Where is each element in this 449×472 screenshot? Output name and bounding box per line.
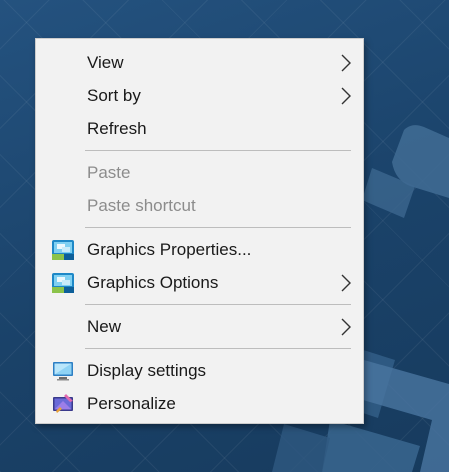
menu-separator <box>85 150 351 151</box>
menu-item-label: Paste shortcut <box>87 195 196 215</box>
personalize-icon <box>51 392 75 416</box>
menu-item-paste: Paste <box>38 156 361 189</box>
chevron-right-icon <box>341 87 351 105</box>
menu-item-label: New <box>87 316 122 336</box>
menu-separator <box>85 304 351 305</box>
menu-separator <box>85 227 351 228</box>
menu-item-display-settings[interactable]: Display settings <box>38 354 361 387</box>
menu-item-new[interactable]: New <box>38 310 361 343</box>
menu-item-label: Graphics Options <box>87 272 219 292</box>
menu-item-label: Paste <box>87 162 131 182</box>
chevron-right-icon <box>341 318 351 336</box>
desktop-context-menu: View Sort by Refresh Paste Paste shortcut Gra… <box>35 38 364 424</box>
chevron-right-icon <box>341 274 351 292</box>
menu-item-paste-shortcut: Paste shortcut <box>38 189 361 222</box>
menu-item-label: View <box>87 52 124 72</box>
menu-item-personalize[interactable]: Personalize <box>38 387 361 420</box>
menu-item-view[interactable]: View <box>38 46 361 79</box>
menu-item-label: Personalize <box>87 393 176 413</box>
menu-item-refresh[interactable]: Refresh <box>38 112 361 145</box>
display-monitor-icon <box>51 359 75 383</box>
intel-graphics-icon <box>51 271 75 295</box>
menu-item-label: Display settings <box>87 360 207 380</box>
menu-item-label: Graphics Properties... <box>87 239 252 259</box>
chevron-right-icon <box>341 54 351 72</box>
menu-item-label: Sort by <box>87 85 141 105</box>
menu-item-label: Refresh <box>87 118 147 138</box>
menu-item-graphics-properties[interactable]: Graphics Properties... <box>38 233 361 266</box>
menu-separator <box>85 348 351 349</box>
intel-graphics-icon <box>51 238 75 262</box>
menu-item-graphics-options[interactable]: Graphics Options <box>38 266 361 299</box>
menu-item-sort-by[interactable]: Sort by <box>38 79 361 112</box>
